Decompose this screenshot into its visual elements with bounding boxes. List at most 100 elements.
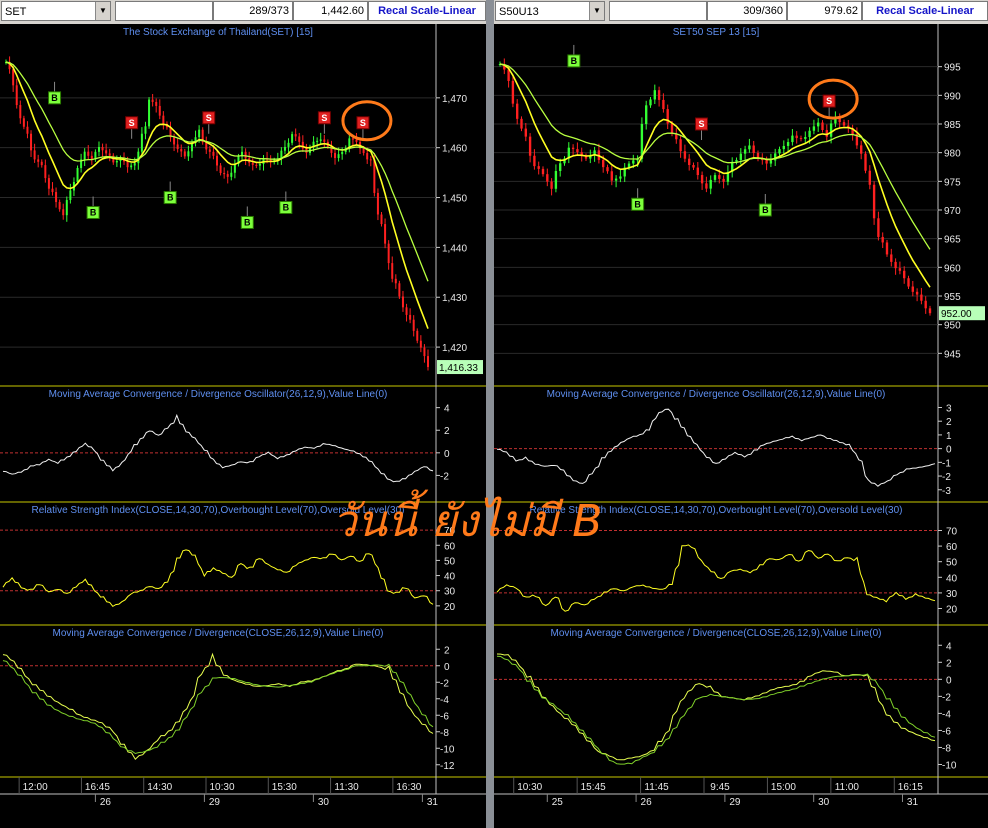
candle-body <box>155 101 158 106</box>
main-chart-title: SET50 SEP 13 [15] <box>673 27 760 38</box>
candle-body <box>868 170 871 185</box>
candle-body <box>602 159 605 168</box>
candle-body <box>683 151 687 159</box>
candle-body <box>22 118 25 127</box>
candle-body <box>657 90 661 100</box>
chevron-down-icon[interactable]: ▼ <box>589 2 604 20</box>
y-tick-label: 985 <box>944 120 961 131</box>
candle-body <box>915 291 919 295</box>
candle-body <box>541 168 545 175</box>
date-label: 25 <box>552 797 564 808</box>
candle-body <box>69 190 72 201</box>
date-label: 26 <box>641 797 653 808</box>
symbol-select[interactable]: SET ▼ <box>1 1 111 21</box>
y-tick-label: -12 <box>440 761 455 772</box>
candle-body <box>108 153 111 156</box>
date-label: 29 <box>209 797 221 808</box>
time-label: 16:15 <box>898 782 923 793</box>
candle-body <box>115 161 118 163</box>
y-tick-label: 2 <box>946 658 952 669</box>
candle-body <box>133 163 136 166</box>
candle-body <box>44 165 47 179</box>
candle-body <box>920 294 923 301</box>
y-tick-label: -2 <box>440 471 449 482</box>
candle-body <box>33 150 36 160</box>
candle-body <box>911 286 914 292</box>
candle-body <box>928 308 932 314</box>
y-tick-label: 975 <box>944 177 961 188</box>
y-tick-label: 955 <box>944 292 961 303</box>
candle-body <box>653 90 656 100</box>
candle-body <box>212 151 215 156</box>
panel-title: Moving Average Convergence / Divergence … <box>547 389 886 400</box>
candle-body <box>398 283 401 297</box>
time-label: 11:30 <box>334 782 359 793</box>
candle-body <box>47 178 50 189</box>
candle-body <box>524 128 527 137</box>
candle-body <box>187 151 190 157</box>
bar-count: 289/373 <box>213 1 293 21</box>
date-label: 30 <box>318 797 330 808</box>
time-label: 11:45 <box>644 782 669 793</box>
candle-body <box>208 149 211 152</box>
candle-body <box>37 159 40 162</box>
y-tick-label: -6 <box>440 711 449 722</box>
candle-body <box>550 181 553 189</box>
chart-canvas[interactable]: 1,420 1,430 1,440 1,450 1,460 1,470 The Stock … <box>0 24 486 828</box>
date-label: 26 <box>100 797 112 808</box>
y-tick-label: 980 <box>944 149 961 160</box>
candle-body <box>226 174 229 177</box>
last-price-label: 952.00 <box>941 309 972 320</box>
signal-label: S <box>698 119 704 129</box>
candle-body <box>19 105 22 119</box>
macd-oscillator-line <box>496 408 936 487</box>
y-tick-label: 50 <box>946 558 958 569</box>
candle-body <box>369 159 372 161</box>
candle-body <box>619 176 622 179</box>
recal-scale-button[interactable]: Recal Scale-Linear <box>862 1 988 21</box>
chevron-down-icon[interactable]: ▼ <box>95 2 110 20</box>
y-tick-label: -3 <box>942 486 951 497</box>
signal-label: S <box>206 113 212 123</box>
y-tick-label: 1,460 <box>442 144 467 155</box>
signal-label: B <box>90 207 97 217</box>
candle-body <box>769 160 773 164</box>
candle-body <box>162 115 165 124</box>
candle-body <box>405 307 408 315</box>
candle-body <box>507 69 510 81</box>
y-tick-label: 960 <box>944 263 961 274</box>
macd-signal-line <box>2 660 434 755</box>
candle-body <box>283 146 286 151</box>
candle-body <box>173 137 176 145</box>
y-tick-label: -6 <box>942 726 951 737</box>
window-splitter[interactable] <box>486 0 494 828</box>
recal-scale-button[interactable]: Recal Scale-Linear <box>368 1 486 21</box>
candle-body <box>786 142 790 146</box>
rsi-line <box>2 549 434 608</box>
symbol-select[interactable]: S50U13 ▼ <box>495 1 605 21</box>
candle-body <box>804 137 807 139</box>
signal-label: S <box>321 113 327 123</box>
candle-body <box>877 218 880 237</box>
candle-body <box>842 122 846 126</box>
moving-average-slow <box>5 61 429 282</box>
candle-body <box>230 172 233 177</box>
candle-body <box>649 99 652 106</box>
panel-title: Moving Average Convergence / Divergence … <box>49 389 388 400</box>
candle-body <box>409 314 412 320</box>
candle-body <box>688 158 691 165</box>
candle-body <box>101 147 104 151</box>
chart-canvas[interactable]: 945 950 955 960 965 970 975 980 985 990 995 SET50 S… <box>494 24 988 828</box>
symbol-value: SET <box>5 6 27 18</box>
y-tick-label: 50 <box>444 556 456 567</box>
candle-body <box>233 163 236 173</box>
y-tick-label: 1,470 <box>442 94 467 105</box>
candle-body <box>791 135 794 143</box>
candle-body <box>419 340 422 348</box>
candle-body <box>140 133 143 152</box>
time-label: 14:30 <box>147 782 172 793</box>
candle-body <box>696 167 699 176</box>
candle-body <box>30 133 33 151</box>
macd-line <box>2 652 434 760</box>
candle-body <box>528 136 532 156</box>
